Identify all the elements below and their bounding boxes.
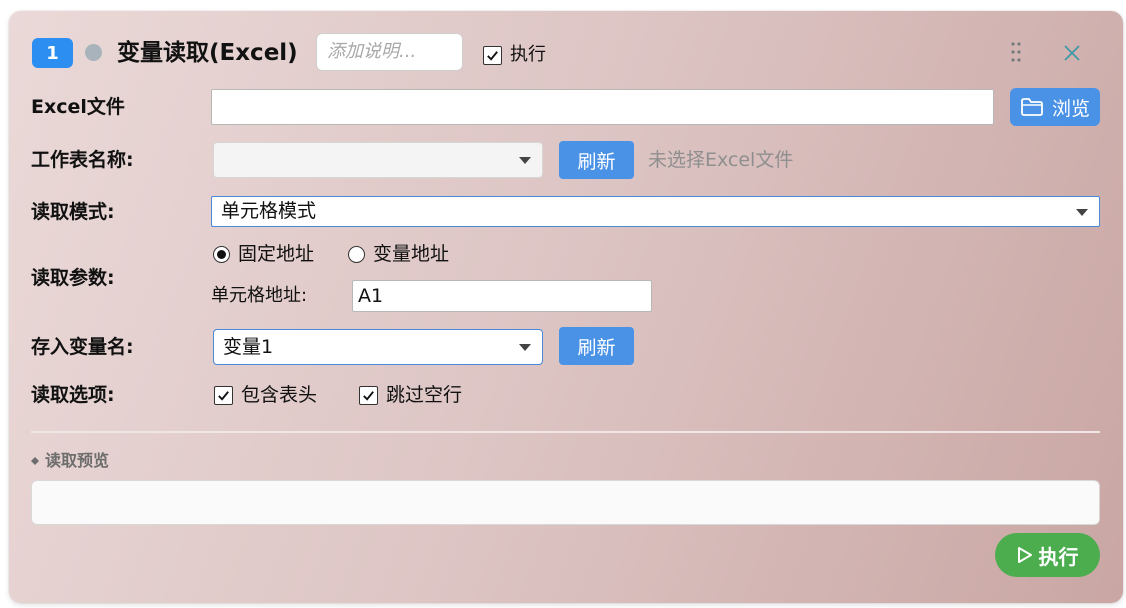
check-icon xyxy=(487,50,498,61)
sheet-refresh-button[interactable]: 刷新 xyxy=(559,141,634,179)
browse-button[interactable]: 浏览 xyxy=(1010,88,1100,126)
close-icon[interactable] xyxy=(1062,43,1082,63)
sheet-name-label: 工作表名称: xyxy=(31,149,134,171)
run-button[interactable]: 执行 xyxy=(995,533,1100,577)
radio-variable-address-circle[interactable] xyxy=(348,245,365,263)
chevron-down-icon xyxy=(519,157,531,164)
cell-address-input[interactable]: A1 xyxy=(352,280,652,312)
browse-label: 浏览 xyxy=(1051,97,1090,120)
preview-box xyxy=(31,480,1100,525)
step-number-badge: 1 xyxy=(32,38,73,68)
skip-empty-rows-checkbox[interactable] xyxy=(359,385,378,405)
include-header-label: 包含表头 xyxy=(241,384,318,406)
chevron-down-icon xyxy=(519,344,531,351)
preview-label: 读取预览 xyxy=(45,451,110,470)
sheet-hint-text: 未选择Excel文件 xyxy=(648,149,794,171)
read-mode-value: 单元格模式 xyxy=(221,200,317,222)
section-divider xyxy=(31,431,1100,433)
preview-header: 读取预览 xyxy=(31,451,109,471)
execute-toggle[interactable]: 执行 xyxy=(483,43,546,67)
check-icon xyxy=(218,390,229,401)
save-var-value: 变量1 xyxy=(223,336,274,358)
radio-variable-address[interactable]: 变量地址 xyxy=(348,242,449,266)
status-dot xyxy=(85,44,102,61)
note-input[interactable]: 添加说明... xyxy=(316,33,463,71)
execute-checkbox[interactable] xyxy=(483,45,502,65)
save-var-label: 存入变量名: xyxy=(31,336,134,358)
folder-icon xyxy=(1021,98,1043,116)
variable-read-excel-panel: 1 变量读取(Excel) 添加说明... 执行 Excel文件 浏览 工作表名… xyxy=(9,11,1123,603)
read-params-label: 读取参数: xyxy=(31,267,115,289)
radio-fixed-address-circle[interactable] xyxy=(213,245,230,263)
skip-empty-rows-option[interactable]: 跳过空行 xyxy=(359,383,462,407)
execute-label: 执行 xyxy=(510,44,546,65)
play-icon xyxy=(1017,547,1032,563)
read-mode-select[interactable]: 单元格模式 xyxy=(211,196,1100,227)
panel-title: 变量读取(Excel) xyxy=(117,40,298,66)
excel-file-label: Excel文件 xyxy=(31,96,125,118)
diamond-bullet-icon xyxy=(31,457,39,465)
read-mode-label: 读取模式: xyxy=(31,201,115,223)
radio-fixed-address-label: 固定地址 xyxy=(238,243,315,265)
include-header-option[interactable]: 包含表头 xyxy=(214,383,317,407)
radio-variable-address-label: 变量地址 xyxy=(373,243,450,265)
sheet-name-select[interactable] xyxy=(213,142,543,178)
chevron-down-icon xyxy=(1076,208,1088,216)
check-icon xyxy=(363,390,374,401)
excel-file-input[interactable] xyxy=(211,89,994,125)
cell-address-label: 单元格地址: xyxy=(211,285,308,306)
save-var-select[interactable]: 变量1 xyxy=(213,329,543,365)
include-header-checkbox[interactable] xyxy=(214,385,233,405)
save-var-refresh-button[interactable]: 刷新 xyxy=(559,327,634,365)
drag-handle-icon[interactable] xyxy=(1009,41,1023,63)
skip-empty-rows-label: 跳过空行 xyxy=(386,384,463,406)
radio-fixed-address[interactable]: 固定地址 xyxy=(213,242,314,266)
run-label: 执行 xyxy=(1038,544,1079,569)
read-options-label: 读取选项: xyxy=(31,384,115,406)
